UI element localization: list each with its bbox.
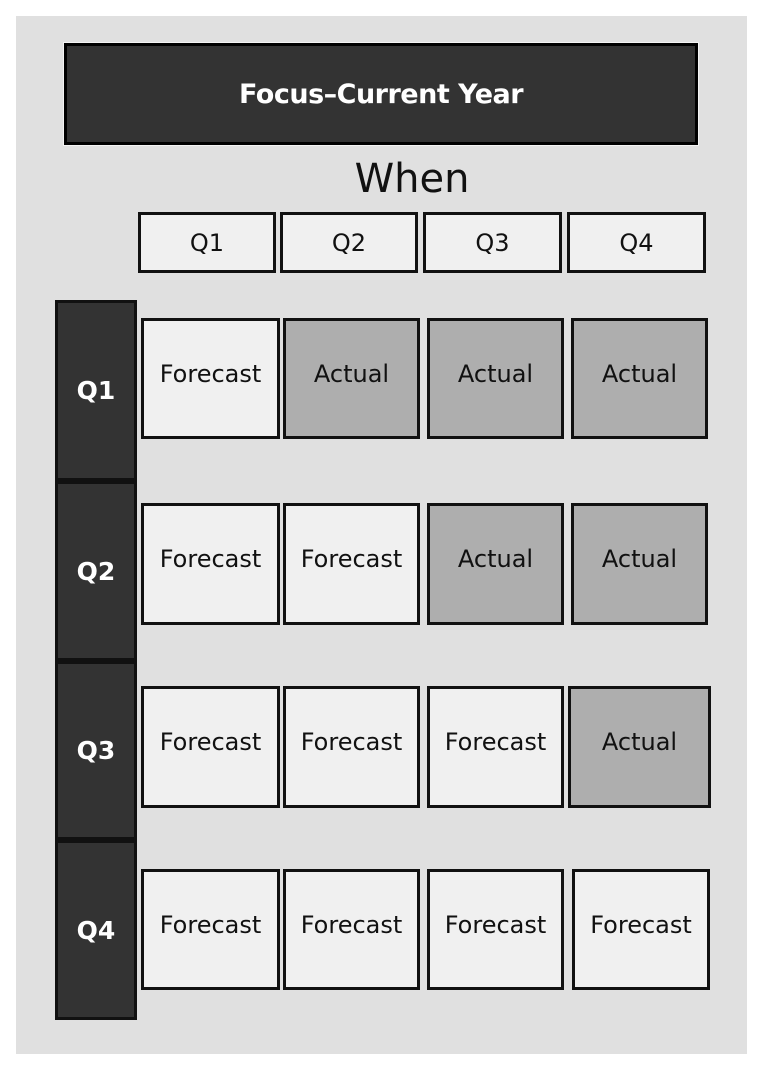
grid-cell-q4-q2: Forecast <box>283 869 420 990</box>
grid-cell-q3-q3: Forecast <box>427 686 564 808</box>
row-label-q4: Q4 <box>55 840 137 1020</box>
row-label-q3: Q3 <box>55 661 137 840</box>
row-label-q2: Q2 <box>55 481 137 661</box>
grid-cell-q2-q2: Forecast <box>283 503 420 625</box>
grid-cell-q2-q1: Forecast <box>141 503 280 625</box>
row-label-q1: Q1 <box>55 300 137 481</box>
grid-cell-q4-q1: Forecast <box>141 869 280 990</box>
grid-cell-q3-q2: Forecast <box>283 686 420 808</box>
grid-cell-q1-q2: Actual <box>283 318 420 439</box>
grid-cell-q4-q3: Forecast <box>427 869 564 990</box>
grid-cell-q1-q3: Actual <box>427 318 564 439</box>
column-header-q4: Q4 <box>567 212 706 273</box>
grid-cell-q1-q4: Actual <box>571 318 708 439</box>
title-text: Focus–Current Year <box>238 78 524 110</box>
grid-cell-q1-q1: Forecast <box>141 318 280 439</box>
when-axis-label: When <box>354 156 470 202</box>
grid-cell-q2-q4: Actual <box>571 503 708 625</box>
column-header-q2: Q2 <box>280 212 418 273</box>
column-header-q1: Q1 <box>138 212 276 273</box>
grid-cell-q3-q1: Forecast <box>141 686 280 808</box>
grid-cell-q4-q4: Forecast <box>572 869 710 990</box>
grid-cell-q3-q4: Actual <box>568 686 711 808</box>
grid-cell-q2-q3: Actual <box>427 503 564 625</box>
column-header-q3: Q3 <box>423 212 562 273</box>
title-banner: Focus–Current Year <box>64 43 698 145</box>
